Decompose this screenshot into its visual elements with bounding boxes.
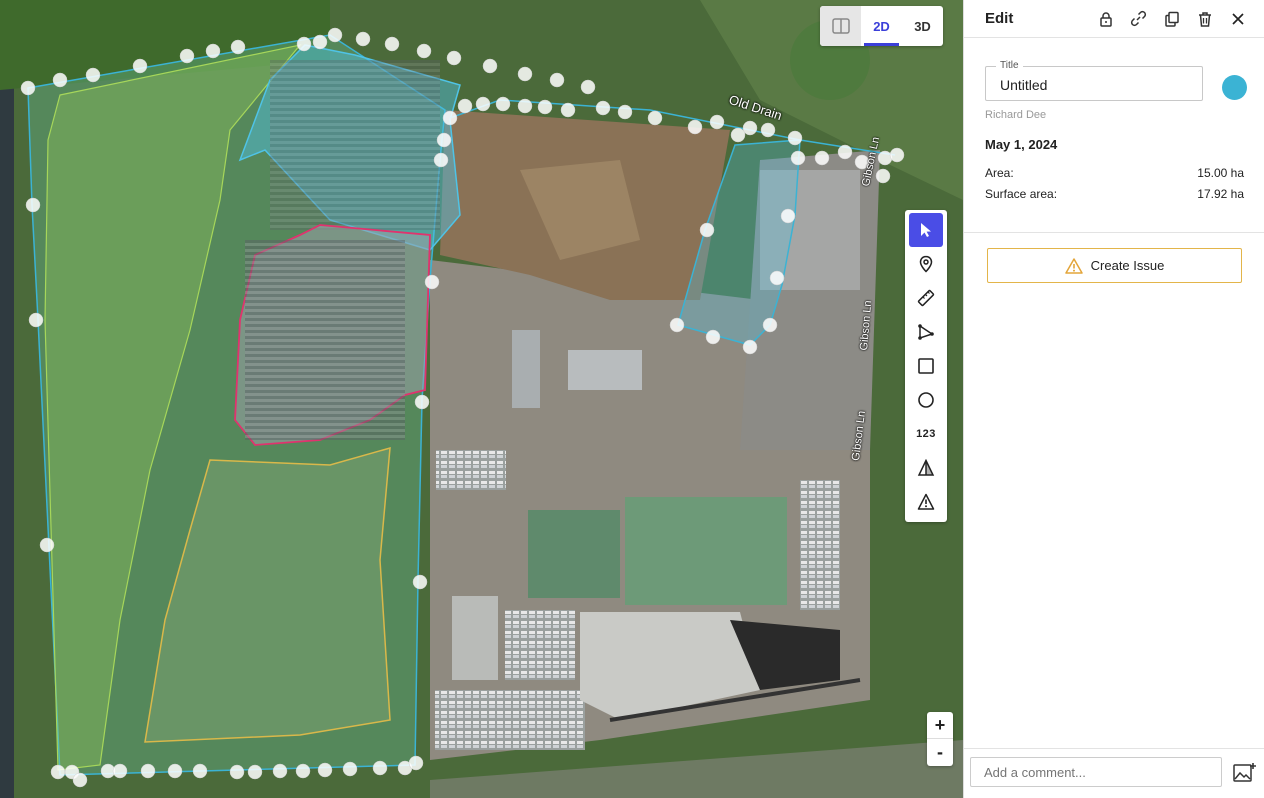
- select-tool-button[interactable]: [909, 213, 943, 247]
- add-image-button[interactable]: [1232, 760, 1258, 786]
- split-view-icon: [831, 18, 850, 34]
- rectangle-tool-button[interactable]: [909, 349, 943, 383]
- area-label: Area:: [985, 166, 1014, 180]
- lock-button[interactable]: [1089, 7, 1122, 31]
- polyline-tool-button[interactable]: [909, 315, 943, 349]
- close-button[interactable]: [1221, 7, 1254, 31]
- map-pin-icon: [919, 255, 933, 273]
- issue-tool-button[interactable]: [909, 485, 943, 519]
- drawing-toolbar: 123: [905, 210, 947, 522]
- title-field[interactable]: Title Untitled: [985, 60, 1203, 101]
- surface-area-label: Surface area:: [985, 187, 1058, 201]
- create-issue-button[interactable]: Create Issue: [987, 248, 1242, 283]
- polyline-icon: [918, 324, 934, 340]
- divider: [964, 232, 1264, 233]
- duplicate-button[interactable]: [1155, 7, 1188, 31]
- split-view-button[interactable]: [820, 6, 861, 46]
- aerial-imagery: [0, 0, 963, 798]
- view-3d-button[interactable]: 3D: [902, 6, 943, 46]
- zoom-control: + -: [927, 712, 953, 766]
- comment-divider: [964, 748, 1264, 749]
- panel-header: Edit: [964, 0, 1264, 38]
- surface-area-value: 17.92 ha: [1197, 187, 1244, 201]
- triangle-split-icon: [917, 459, 935, 476]
- warning-icon: [1064, 257, 1083, 274]
- author-name: Richard Dee: [985, 109, 1047, 121]
- circle-tool-button[interactable]: [909, 383, 943, 417]
- title-field-label: Title: [996, 60, 1023, 71]
- edit-panel: Edit Title Untitled Richard Dee May 1, 2…: [963, 0, 1264, 798]
- add-image-icon: [1233, 763, 1256, 782]
- title-field-value[interactable]: Untitled: [1000, 77, 1047, 93]
- created-date: May 1, 2024: [985, 137, 1058, 152]
- marker-tool-button[interactable]: [909, 247, 943, 281]
- delete-button[interactable]: [1188, 7, 1221, 31]
- count-tool-button[interactable]: 123: [909, 417, 943, 451]
- warning-icon: [917, 493, 935, 510]
- cursor-icon: [921, 223, 931, 237]
- lock-icon: [1099, 11, 1112, 27]
- circle-icon: [918, 392, 934, 408]
- zoom-out-button[interactable]: -: [927, 739, 953, 766]
- close-icon: [1231, 12, 1244, 25]
- surface-area-row: Surface area: 17.92 ha: [985, 187, 1244, 201]
- link-button[interactable]: [1122, 7, 1155, 31]
- app-window: Old Drain Gibson Ln Gibson Ln Gibson Ln …: [0, 0, 1264, 798]
- square-icon: [918, 358, 934, 374]
- measure-tool-button[interactable]: [909, 281, 943, 315]
- ruler-icon: [917, 289, 935, 307]
- view-mode-toggle: 2D 3D: [820, 6, 943, 46]
- link-icon: [1130, 10, 1147, 27]
- map-canvas[interactable]: Old Drain Gibson Ln Gibson Ln Gibson Ln …: [0, 0, 963, 798]
- view-2d-button[interactable]: 2D: [861, 6, 902, 46]
- comment-input[interactable]: [970, 757, 1222, 787]
- copy-icon: [1164, 11, 1179, 27]
- count-icon: 123: [916, 428, 936, 440]
- area-value: 15.00 ha: [1197, 166, 1244, 180]
- trash-icon: [1198, 11, 1211, 27]
- create-issue-label: Create Issue: [1090, 258, 1165, 273]
- volume-tool-button[interactable]: [909, 451, 943, 485]
- zoom-in-button[interactable]: +: [927, 712, 953, 739]
- color-picker-swatch[interactable]: [1222, 75, 1247, 100]
- area-row: Area: 15.00 ha: [985, 166, 1244, 180]
- panel-title: Edit: [985, 10, 1014, 27]
